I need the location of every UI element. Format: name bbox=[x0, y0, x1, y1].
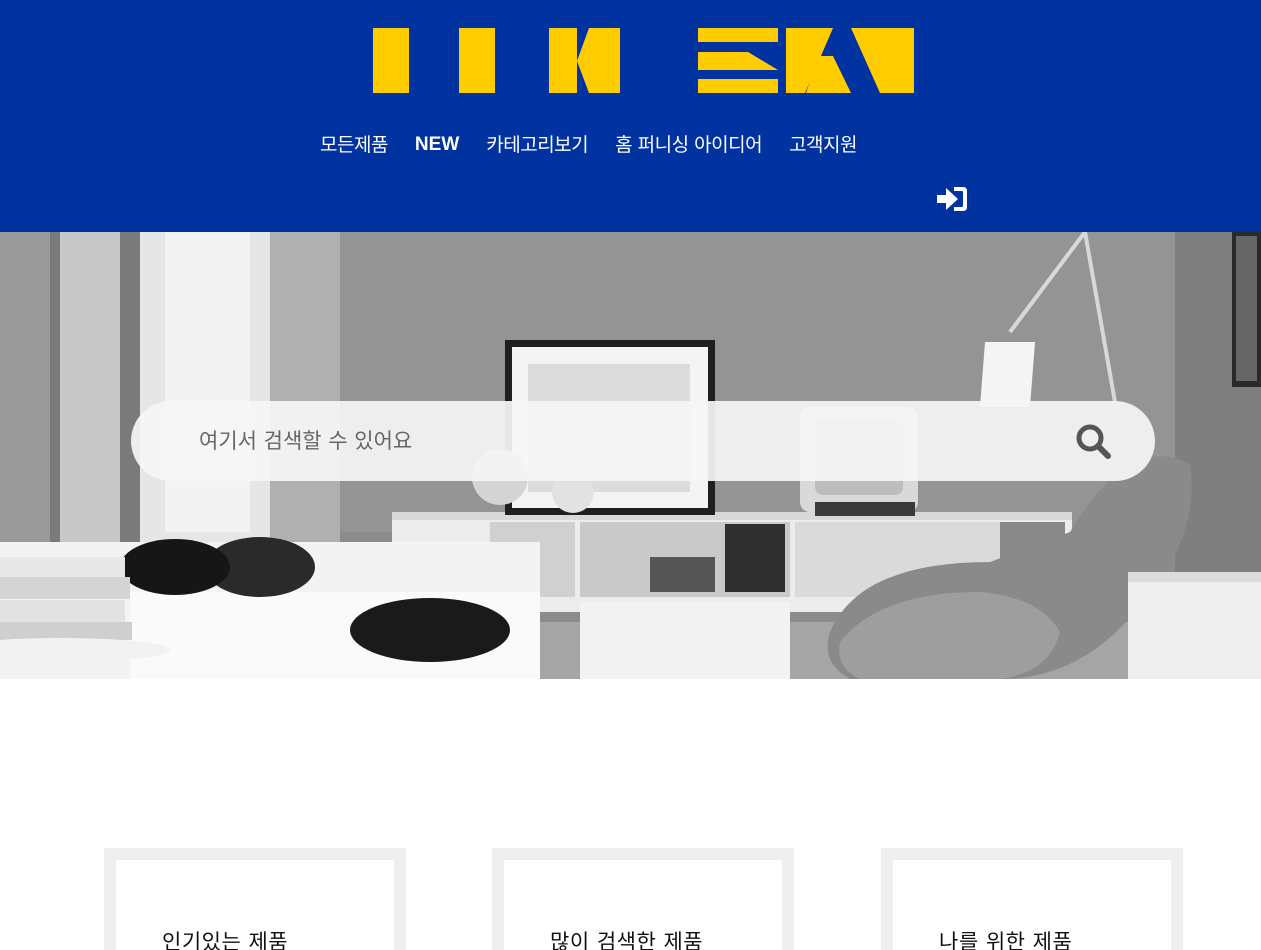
nav-item-categories[interactable]: 카테고리보기 bbox=[486, 131, 588, 159]
site-header: 모든제품 NEW 카테고리보기 홈 퍼니싱 아이디어 고객지원 bbox=[0, 0, 1261, 232]
main-nav: 모든제품 NEW 카테고리보기 홈 퍼니싱 아이디어 고객지원 bbox=[320, 131, 857, 159]
nav-item-all-products[interactable]: 모든제품 bbox=[320, 131, 388, 159]
nav-item-home-furnishing-ideas[interactable]: 홈 퍼니싱 아이디어 bbox=[615, 131, 762, 159]
sign-in-icon[interactable] bbox=[936, 185, 968, 213]
card-products-for-me[interactable]: 나를 위한 제품 bbox=[881, 848, 1183, 950]
nav-item-customer-support[interactable]: 고객지원 bbox=[789, 131, 857, 159]
card-title: 인기있는 제품 bbox=[162, 930, 289, 950]
search-icon[interactable] bbox=[1075, 423, 1113, 461]
search-bar bbox=[131, 401, 1155, 481]
ikea-logo[interactable] bbox=[373, 28, 914, 93]
nav-item-new[interactable]: NEW bbox=[415, 131, 459, 159]
card-title: 나를 위한 제품 bbox=[939, 930, 1073, 950]
search-input[interactable] bbox=[181, 401, 1061, 481]
card-most-searched-products[interactable]: 많이 검색한 제품 bbox=[492, 848, 794, 950]
hero-banner bbox=[0, 232, 1261, 679]
card-popular-products[interactable]: 인기있는 제품 bbox=[104, 848, 406, 950]
card-title: 많이 검색한 제품 bbox=[550, 930, 704, 950]
